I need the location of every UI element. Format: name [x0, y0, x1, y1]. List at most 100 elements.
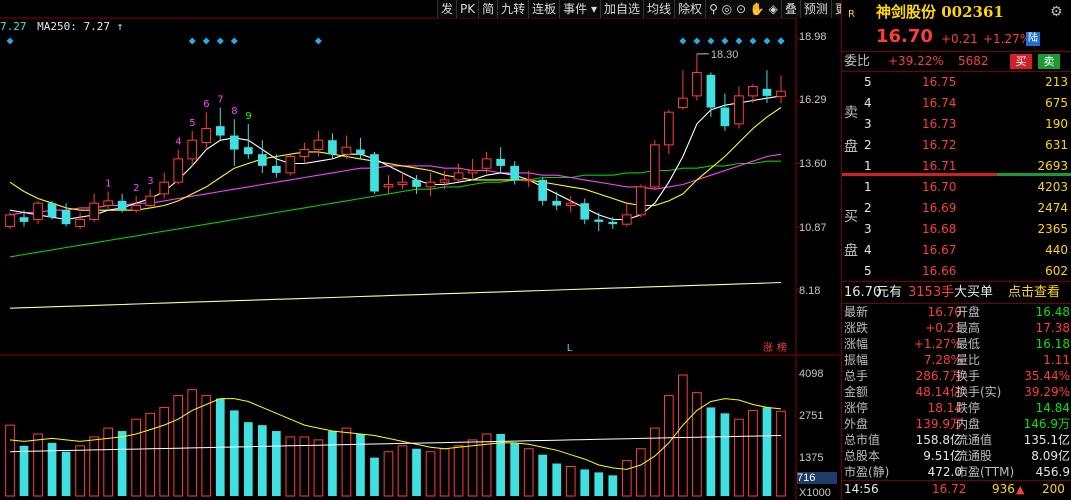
tb-yuce-button[interactable]: 预测: [801, 0, 832, 18]
bid-level-row[interactable]: 2 16.69 2474: [842, 199, 1071, 218]
candle-body: [33, 202, 43, 221]
candle-body: [159, 181, 170, 195]
candle-body: [370, 154, 379, 192]
bid-level-price: 16.68: [922, 222, 957, 236]
candle-body: [552, 200, 562, 206]
stats-label: 最新: [844, 305, 869, 319]
candle-body: [285, 156, 296, 174]
sell-button[interactable]: 卖: [1038, 54, 1060, 69]
tick-row: 14:56 16.72 936 ▲ 200: [842, 480, 1071, 499]
candle-body: [173, 158, 184, 183]
candle-body: [453, 172, 464, 181]
bid-level-row[interactable]: 1 16.70 4203: [842, 178, 1071, 197]
big-order-yuan: 元有: [876, 285, 903, 300]
candle-body: [594, 219, 604, 222]
big-order-link[interactable]: 点击查看: [1008, 283, 1060, 302]
tb-shijian-button[interactable]: 事件 ▾: [560, 0, 602, 18]
candle-body: [383, 184, 394, 188]
stock-title: 神剑股份 002361: [876, 3, 1004, 21]
candle-body: [649, 144, 660, 188]
bid-level-row[interactable]: 5 16.66 602: [842, 262, 1071, 281]
weibi-value: +39.22%: [888, 54, 944, 68]
td-count-mark: 3: [147, 176, 153, 187]
ask-level-row[interactable]: 2 16.72 631: [842, 136, 1071, 155]
stats-label: 流通值: [956, 433, 993, 447]
tb-icons-button[interactable]: ⚲ ◎ ⊙ ✋ ◈: [706, 0, 782, 18]
volume-bar: [523, 448, 534, 497]
bid-level-price: 16.69: [922, 201, 957, 215]
bid-level-number: 4: [864, 243, 872, 257]
stats-label: 金额: [844, 385, 869, 399]
tick-time: 14:56: [844, 482, 879, 496]
candle-body: [47, 203, 57, 218]
settings-gear-icon[interactable]: ⚙: [1050, 3, 1063, 22]
stats-value: 39.29%: [1024, 385, 1070, 399]
tb-die-button[interactable]: 叠: [782, 0, 801, 18]
ask-level-row[interactable]: 3 16.73 190: [842, 115, 1071, 134]
bid-level-volume: 2474: [1037, 201, 1068, 215]
candle-body: [635, 186, 646, 216]
bid-level-number: 2: [864, 201, 872, 215]
stats-label: 最高: [956, 321, 981, 335]
bid-level-row[interactable]: 4 16.67 440: [842, 241, 1071, 260]
tb-fa-button[interactable]: 发: [438, 0, 458, 18]
tb-jian-button[interactable]: 简: [479, 0, 499, 18]
stats-row: 外盘 139.9万 内盘 146.9万: [842, 416, 1071, 432]
tb-jiuzhuan-button[interactable]: 九转: [498, 0, 530, 18]
stats-label: 总市值: [844, 433, 881, 447]
tb-chuquan-button[interactable]: 除权: [675, 0, 707, 18]
signal-diamond-icon: [693, 37, 701, 45]
tb-jiazixuan-button[interactable]: 加自选: [601, 0, 645, 18]
bid-level-volume: 4203: [1037, 180, 1068, 194]
ask-level-price: 16.75: [922, 75, 957, 89]
candle-body: [664, 111, 674, 146]
volume-bar: [61, 451, 71, 496]
volume-bar: [356, 433, 365, 496]
tb-pk-button[interactable]: PK: [457, 0, 480, 18]
buy-button[interactable]: 买: [1010, 54, 1032, 69]
kline-chart-canvas[interactable]: 18.30 1 23 456 78 9 L 涨榜: [0, 0, 840, 500]
volume-unit-label: X1000: [799, 487, 831, 499]
candle-body: [510, 165, 519, 180]
candle-body: [75, 219, 85, 228]
volume-bar: [565, 465, 576, 497]
volume-axis-label: 1375: [799, 452, 824, 464]
ma250-line: [9, 281, 782, 309]
big-order-row[interactable]: 16.70 元有 3153手 大买单 点击查看: [842, 283, 1071, 302]
volume-bar: [257, 425, 267, 496]
volume-bar: [5, 424, 15, 497]
ma-legend-left-value: 7.27: [0, 20, 27, 33]
stats-value: 14.84: [1035, 401, 1070, 415]
quote-price-line: 16.70 +0.21 +1.27% 陆: [842, 27, 1071, 51]
stats-value: 456.9: [1035, 465, 1070, 479]
td-count-mark: 9: [245, 111, 251, 122]
candle-body: [313, 139, 324, 151]
volume-bar: [594, 472, 604, 496]
volume-current-label: 716: [797, 472, 837, 484]
volume-axis-label: 4098: [799, 368, 824, 380]
order-ratio-bar-buy: [997, 173, 1071, 176]
volume-bar: [341, 427, 352, 497]
candle-body: [19, 217, 29, 222]
volume-bar: [481, 433, 492, 497]
volume-bar: [776, 410, 786, 497]
bid-group-label: 买盘: [844, 209, 858, 259]
stats-label: 总股本: [844, 449, 881, 463]
volume-bar: [75, 445, 85, 497]
stats-row: 市盈(静) 472.0 市盈(TTM) 456.9: [842, 464, 1071, 480]
volume-bar: [425, 451, 436, 497]
weibi-label: 委比: [844, 54, 871, 69]
kline-chart-panel[interactable]: 18.30 1 2 3 4 5 6 7 8 9 L 涨榜 7.27 MA250: 7.27 ↑ 发 PK…: [0, 0, 890, 500]
ask-level-row[interactable]: 4 16.74 675: [842, 94, 1071, 113]
bid-level-row[interactable]: 3 16.68 2365: [842, 220, 1071, 239]
stats-row: 涨幅 +1.27% 最低 16.18: [842, 336, 1071, 352]
ask-level-row[interactable]: 5 16.75 213: [842, 73, 1071, 92]
ask-level-number: 3: [864, 117, 872, 131]
stats-value: 17.38: [1035, 321, 1070, 335]
current-price: 16.70: [876, 26, 933, 47]
volume-bar: [328, 431, 337, 496]
tb-junxian-button[interactable]: 均线: [644, 0, 676, 18]
tb-lianban-button[interactable]: 连板: [529, 0, 561, 18]
stats-label: 开盘: [956, 305, 981, 319]
volume-bar: [19, 445, 29, 496]
